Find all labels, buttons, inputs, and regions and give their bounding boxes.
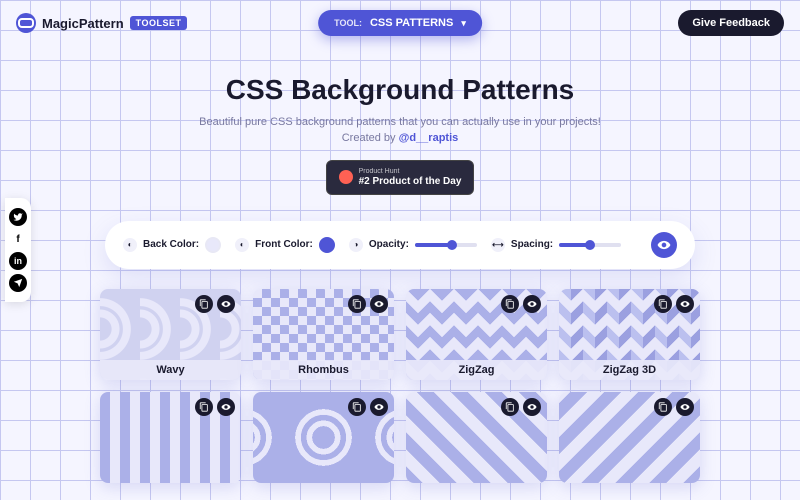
- product-hunt-badge[interactable]: Product Hunt #2 Product of the Day: [326, 160, 475, 195]
- opacity-label: Opacity:: [369, 239, 409, 250]
- eye-icon: [527, 402, 537, 412]
- pattern-name: Rhombus: [253, 360, 394, 380]
- view-button[interactable]: [370, 295, 388, 313]
- copy-icon: [352, 402, 362, 412]
- copy-button[interactable]: [348, 398, 366, 416]
- copy-button[interactable]: [654, 398, 672, 416]
- chevron-down-icon: ▾: [461, 18, 466, 29]
- copy-icon: [352, 299, 362, 309]
- view-button[interactable]: [217, 398, 235, 416]
- page-subtitle: Beautiful pure CSS background patterns t…: [20, 116, 780, 128]
- front-color-control: ◐ Front Color:: [235, 237, 335, 253]
- copy-button[interactable]: [501, 398, 519, 416]
- ph-label: Product Hunt: [359, 168, 462, 176]
- pattern-name: Wavy: [100, 360, 241, 380]
- view-button[interactable]: [217, 295, 235, 313]
- pattern-card[interactable]: [253, 392, 394, 483]
- copy-button[interactable]: [501, 295, 519, 313]
- tool-selector-label: TOOL:: [334, 18, 362, 28]
- twitter-icon[interactable]: [9, 208, 27, 226]
- ph-title: #2 Product of the Day: [359, 176, 462, 187]
- copy-icon: [505, 299, 515, 309]
- eye-icon: [680, 402, 690, 412]
- back-color-label: Back Color:: [143, 239, 199, 250]
- logo-text: MagicPattern: [42, 16, 124, 31]
- feedback-button[interactable]: Give Feedback: [678, 10, 784, 36]
- spacing-control: ⟷ Spacing:: [491, 238, 621, 252]
- opacity-icon: ◑: [349, 238, 363, 252]
- spacing-slider[interactable]: [559, 243, 621, 247]
- logo-group[interactable]: MagicPattern TOOLSET: [16, 13, 187, 33]
- medal-icon: [339, 170, 353, 184]
- page-title: CSS Background Patterns: [20, 74, 780, 106]
- back-color-control: ◐ Back Color:: [123, 237, 221, 253]
- view-button[interactable]: [676, 295, 694, 313]
- opacity-control: ◑ Opacity:: [349, 238, 477, 252]
- eye-icon: [680, 299, 690, 309]
- copy-button[interactable]: [654, 295, 672, 313]
- spacing-label: Spacing:: [511, 239, 553, 250]
- logo-icon: [16, 13, 36, 33]
- pattern-name: ZigZag: [406, 360, 547, 380]
- eye-icon: [221, 299, 231, 309]
- tool-selector-dropdown[interactable]: TOOL: CSS PATTERNS ▾: [318, 10, 482, 36]
- copy-icon: [505, 402, 515, 412]
- front-color-swatch[interactable]: [319, 237, 335, 253]
- front-color-label: Front Color:: [255, 239, 313, 250]
- copy-icon: [199, 299, 209, 309]
- pattern-name: ZigZag 3D: [559, 360, 700, 380]
- eye-icon: [374, 299, 384, 309]
- pattern-card[interactable]: Rhombus: [253, 289, 394, 380]
- view-button[interactable]: [370, 398, 388, 416]
- copy-button[interactable]: [195, 398, 213, 416]
- eye-icon: [221, 402, 231, 412]
- credit-line: Created by @d__raptis: [20, 132, 780, 144]
- eye-icon: [527, 299, 537, 309]
- facebook-icon[interactable]: f: [9, 230, 27, 248]
- linkedin-icon[interactable]: in: [9, 252, 27, 270]
- credit-prefix: Created by: [342, 132, 399, 144]
- preview-button[interactable]: [651, 232, 677, 258]
- spacing-icon: ⟷: [491, 238, 505, 252]
- telegram-icon[interactable]: [9, 274, 27, 292]
- copy-button[interactable]: [348, 295, 366, 313]
- view-button[interactable]: [523, 398, 541, 416]
- eye-icon: [657, 238, 671, 252]
- palette-icon: ◐: [235, 238, 249, 252]
- copy-icon: [658, 402, 668, 412]
- opacity-slider[interactable]: [415, 243, 477, 247]
- view-button[interactable]: [523, 295, 541, 313]
- pattern-card[interactable]: [406, 392, 547, 483]
- eye-icon: [374, 402, 384, 412]
- view-button[interactable]: [676, 398, 694, 416]
- pattern-card[interactable]: Wavy: [100, 289, 241, 380]
- social-share-bar: f in: [5, 198, 31, 302]
- copy-button[interactable]: [195, 295, 213, 313]
- pattern-card[interactable]: [100, 392, 241, 483]
- author-link[interactable]: @d__raptis: [399, 132, 459, 144]
- back-color-swatch[interactable]: [205, 237, 221, 253]
- pattern-card[interactable]: ZigZag 3D: [559, 289, 700, 380]
- toolset-badge: TOOLSET: [130, 16, 188, 30]
- pattern-card[interactable]: ZigZag: [406, 289, 547, 380]
- controls-panel: ◐ Back Color: ◐ Front Color: ◑ Opacity: …: [105, 221, 695, 269]
- copy-icon: [658, 299, 668, 309]
- tool-selector-value: CSS PATTERNS: [370, 17, 453, 29]
- copy-icon: [199, 402, 209, 412]
- palette-icon: ◐: [123, 238, 137, 252]
- pattern-grid: Wavy Rhombus ZigZag ZigZag 3D: [0, 279, 800, 493]
- pattern-card[interactable]: [559, 392, 700, 483]
